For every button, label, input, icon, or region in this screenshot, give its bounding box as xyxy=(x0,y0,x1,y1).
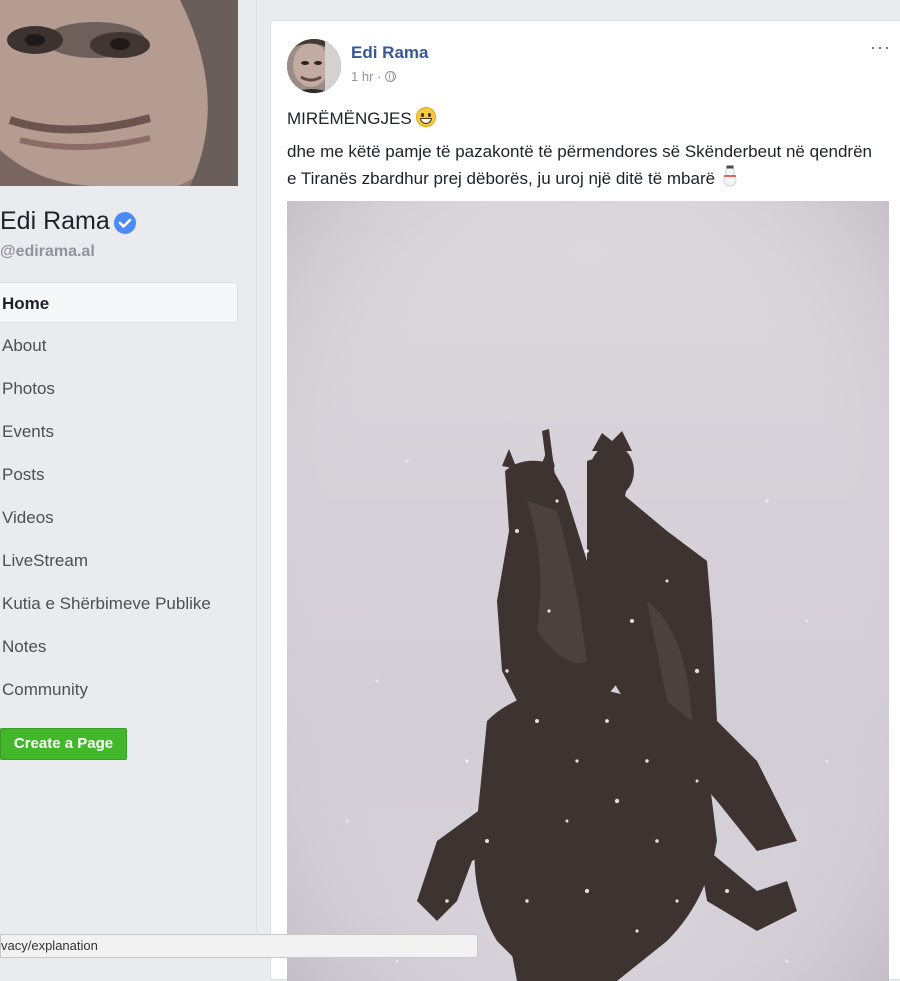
author-avatar[interactable] xyxy=(287,39,341,93)
post-timestamp[interactable]: 1 hr · xyxy=(351,69,381,84)
post-text: MIRËMËNGJES dhe me këtë pamje të pazakon… xyxy=(287,105,877,192)
post-photo[interactable] xyxy=(287,201,889,981)
nav-item-about[interactable]: About xyxy=(0,325,240,368)
nav-item-events[interactable]: Events xyxy=(0,411,240,454)
globe-icon[interactable] xyxy=(385,71,397,82)
snowman-emoji xyxy=(720,165,740,187)
more-options-icon[interactable]: ··· xyxy=(870,37,891,58)
grinning-face-emoji xyxy=(416,107,437,127)
post-card: Edi Rama 1 hr · ··· MIRËMËNGJES dhe me k… xyxy=(270,20,900,981)
page-name-text[interactable]: Edi Rama xyxy=(0,207,110,236)
nav-item-videos[interactable]: Videos xyxy=(0,497,240,540)
nav-item-public-services[interactable]: Kutia e Shërbimeve Publike xyxy=(0,583,240,626)
post-text-line-1: MIRËMËNGJES xyxy=(287,105,877,132)
post-author-name[interactable]: Edi Rama xyxy=(351,43,428,63)
nav-item-community[interactable]: Community xyxy=(0,669,240,712)
verified-badge-icon xyxy=(113,211,136,234)
post-meta: 1 hr · xyxy=(351,69,397,84)
left-column: Edi Rama @edirama.al Home About Photos E… xyxy=(0,0,240,958)
nav-item-livestream[interactable]: LiveStream xyxy=(0,540,240,583)
create-page-button[interactable]: Create a Page xyxy=(0,728,127,760)
post-greeting: MIRËMËNGJES xyxy=(287,109,412,128)
column-divider xyxy=(256,0,257,958)
browser-status-bar: vacy/explanation xyxy=(0,934,478,958)
profile-photo[interactable] xyxy=(0,0,238,186)
post-body: dhe me këtë pamje të pazakontë të përmen… xyxy=(287,142,872,188)
page-nav: Home About Photos Events Posts Videos Li… xyxy=(0,282,240,712)
nav-item-posts[interactable]: Posts xyxy=(0,454,240,497)
page-handle[interactable]: @edirama.al xyxy=(0,243,95,261)
page-name[interactable]: Edi Rama xyxy=(0,207,136,236)
nav-item-notes[interactable]: Notes xyxy=(0,626,240,669)
nav-item-photos[interactable]: Photos xyxy=(0,368,240,411)
nav-item-home[interactable]: Home xyxy=(0,282,238,323)
post-text-line-2: dhe me këtë pamje të pazakontë të përmen… xyxy=(287,138,877,192)
